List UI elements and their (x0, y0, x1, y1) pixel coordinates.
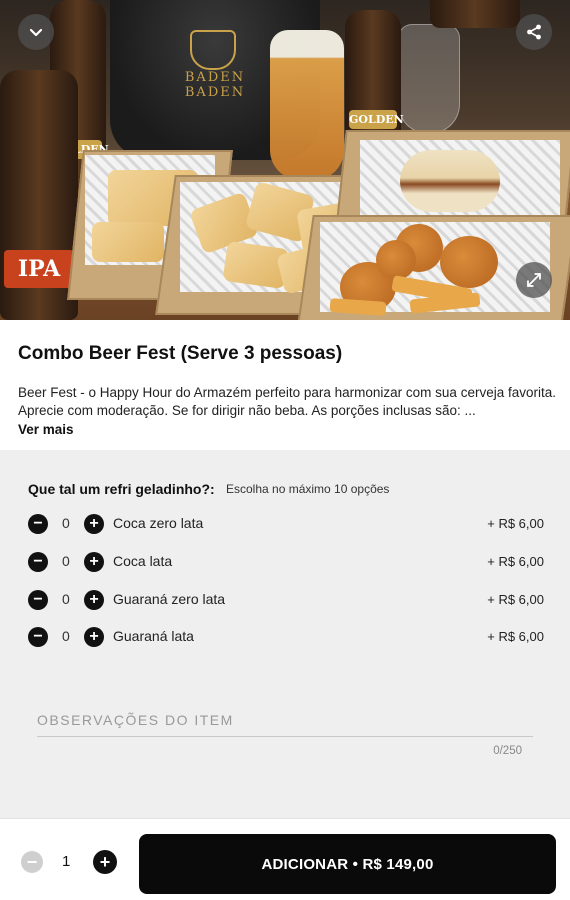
decrease-button[interactable]: − (28, 590, 48, 610)
beer-glass (270, 30, 344, 180)
option-quantity: 0 (62, 515, 70, 531)
plus-icon: + (89, 553, 99, 570)
option-quantity: 0 (62, 628, 70, 644)
product-image: BADEN BADEN GOLDEN IPA GOLDEN (0, 0, 570, 320)
increase-button[interactable]: + (84, 514, 104, 534)
share-icon (527, 24, 541, 40)
food-pastel (92, 222, 164, 262)
option-price: + R$ 6,00 (487, 516, 544, 531)
plus-icon: + (99, 851, 111, 872)
minus-icon: − (33, 628, 43, 645)
item-notes-input[interactable]: OBSERVAÇÕES DO ITEM (37, 712, 234, 728)
food-burger (400, 150, 500, 212)
option-price: + R$ 6,00 (487, 592, 544, 607)
food-coxinha (376, 240, 416, 280)
plus-icon: + (89, 591, 99, 608)
wine-glass (398, 24, 460, 134)
bucket-label: BADEN BADEN (184, 70, 246, 100)
notes-char-counter: 0/250 (493, 745, 522, 757)
increase-quantity-button[interactable]: + (93, 850, 117, 874)
increase-button[interactable]: + (84, 590, 104, 610)
decrease-button[interactable]: − (28, 627, 48, 647)
minus-icon: − (26, 851, 38, 872)
minus-icon: − (33, 553, 43, 570)
options-subheading: Escolha no máximo 10 opções (226, 482, 390, 496)
back-button[interactable] (18, 14, 54, 50)
plus-icon: + (89, 515, 99, 532)
expand-icon (527, 273, 541, 287)
add-to-cart-button[interactable]: ADICIONAR • R$ 149,00 (139, 834, 556, 894)
minus-icon: − (33, 515, 43, 532)
option-name: Guaraná lata (113, 628, 194, 644)
plus-icon: + (89, 628, 99, 645)
quantity-value: 1 (62, 853, 71, 870)
options-panel: Que tal um refri geladinho?: Escolha no … (0, 450, 570, 818)
option-name: Coca lata (113, 553, 173, 569)
option-price: + R$ 6,00 (487, 554, 544, 569)
notes-underline (37, 736, 533, 737)
option-quantity: 0 (62, 591, 70, 607)
see-more-link[interactable]: Ver mais (18, 422, 74, 437)
options-heading: Que tal um refri geladinho?: (28, 481, 215, 497)
decrease-quantity-button[interactable]: − (21, 851, 43, 873)
expand-image-button[interactable] (516, 262, 552, 298)
bottle-label: IPA (4, 250, 74, 288)
food-coxinha (440, 236, 498, 288)
option-price: + R$ 6,00 (487, 629, 544, 644)
option-name: Guaraná zero lata (113, 591, 226, 607)
footer-bar: − 1 + ADICIONAR • R$ 149,00 (0, 818, 570, 900)
option-quantity: 0 (62, 553, 70, 569)
decrease-button[interactable]: − (28, 514, 48, 534)
bottle-top-right (430, 0, 520, 28)
minus-icon: − (33, 591, 43, 608)
bottle-label: GOLDEN (349, 110, 404, 129)
decrease-button[interactable]: − (28, 552, 48, 572)
product-title: Combo Beer Fest (Serve 3 pessoas) (18, 343, 343, 364)
option-row: − 0 + Guaraná zero lata + R$ 6,00 (28, 588, 544, 612)
bottle-ipa: IPA (0, 70, 78, 320)
option-row: − 0 + Coca lata + R$ 6,00 (28, 550, 544, 574)
option-row: − 0 + Guaraná lata + R$ 6,00 (28, 625, 544, 649)
product-description: Beer Fest - o Happy Hour do Armazém perf… (18, 385, 556, 418)
increase-button[interactable]: + (84, 552, 104, 572)
option-row: − 0 + Coca zero lata + R$ 6,00 (28, 512, 544, 536)
share-button[interactable] (516, 14, 552, 50)
increase-button[interactable]: + (84, 627, 104, 647)
bucket-crest (190, 30, 236, 70)
option-name: Coca zero lata (113, 515, 204, 531)
chevron-down-icon (29, 28, 43, 37)
